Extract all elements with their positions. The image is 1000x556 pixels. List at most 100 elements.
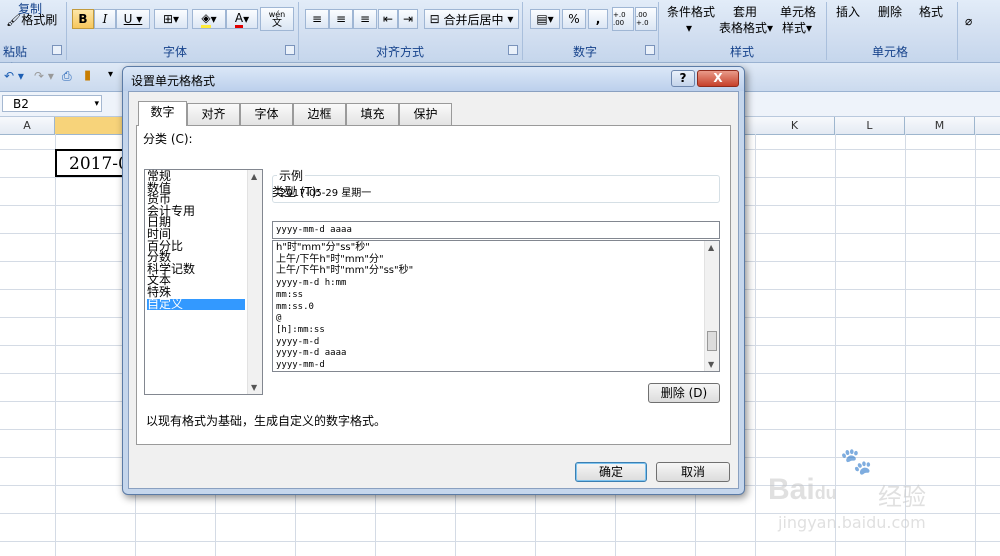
outdent-icon: ⇤ — [382, 12, 394, 26]
description-text: 以现有格式为基础，生成自定义的数字格式。 — [146, 414, 387, 428]
column-header-l[interactable]: L — [835, 117, 905, 134]
fill-color-button[interactable]: ◈ ▾ — [192, 9, 226, 29]
tab-alignment[interactable]: 对齐 — [187, 103, 240, 125]
name-box[interactable]: B2 ▾ — [2, 95, 102, 112]
tab-fill[interactable]: 填充 — [346, 103, 399, 125]
brush-icon: 🖌 — [6, 13, 22, 27]
dialog-title: 设置单元格格式 — [131, 74, 216, 88]
column-header-k[interactable]: K — [755, 117, 835, 134]
type-input[interactable]: yyyy-mm-d aaaa — [272, 221, 720, 239]
ok-button[interactable]: 确定 — [575, 462, 647, 482]
format-list[interactable]: h"时"mm"分"ss"秒" 上午/下午h"时"mm"分" 上午/下午h"时"mm"… — [272, 240, 720, 372]
category-label: 分类 (C): — [143, 132, 193, 146]
watermark-suffix: 经验 — [878, 483, 926, 511]
underline-button[interactable]: U ▾ — [116, 9, 150, 29]
border-button[interactable]: ⊞ ▾ — [154, 9, 188, 29]
styles-group-label: 样式 — [729, 45, 754, 59]
merge-center-button[interactable]: ⊟ 合并后居中 ▾ — [424, 9, 519, 29]
italic-button[interactable]: I — [94, 9, 116, 29]
font-group-label: 字体 — [162, 45, 187, 59]
delete-format-button[interactable]: 删除 (D) — [648, 383, 720, 403]
category-item[interactable]: 自定义 — [147, 298, 245, 311]
percent-button[interactable]: % — [562, 9, 586, 29]
align-left-button[interactable]: ≡ — [305, 9, 329, 29]
increase-indent-button[interactable]: ⇥ — [398, 9, 418, 29]
format-scroll-thumb[interactable] — [707, 331, 717, 351]
tab-font[interactable]: 字体 — [240, 103, 293, 125]
type-label: 类型 (T): — [272, 185, 321, 199]
format-scroll-up-icon[interactable]: ▲ — [708, 243, 714, 252]
cell-style-button-line1[interactable]: 单元格 — [780, 3, 816, 20]
format-painter-button[interactable]: 🖌格式刷 — [6, 11, 57, 28]
font-color-button[interactable]: A ▾ — [226, 9, 258, 29]
paint-bucket-icon: ◈ — [201, 11, 211, 28]
format-item[interactable]: [h]:mm:ss — [276, 325, 325, 335]
scroll-down-arrow-icon[interactable]: ▼ — [251, 383, 257, 392]
accounting-format-button[interactable]: ▤ ▾ — [530, 9, 560, 29]
format-item[interactable]: yyyy-mm-d — [276, 360, 325, 370]
clipboard-launcher[interactable] — [52, 45, 62, 55]
align-center-icon: ≡ — [335, 12, 347, 26]
format-item[interactable]: yyyy-m-d h:mm — [276, 278, 346, 288]
sample-groupbox: 示例 2017-05-29 星期一 — [272, 167, 720, 203]
bold-button[interactable]: B — [72, 9, 94, 29]
ribbon: 复制 🖌格式刷 粘贴板 B I U ▾ ⊞▾ ◈▾ A▾ wén文 字体 ≡ ≡… — [0, 0, 1000, 76]
tab-border[interactable]: 边框 — [293, 103, 346, 125]
cell-style-button-line2[interactable]: 样式▾ — [782, 19, 812, 36]
format-item[interactable]: h"时"mm"分"ss"秒" — [276, 243, 370, 253]
format-cells-dialog: 设置单元格格式 ? X 数字 对齐 字体 边框 填充 保护 分类 (C): 常规… — [122, 66, 745, 495]
align-left-icon: ≡ — [311, 12, 323, 26]
column-header-a[interactable]: A — [0, 117, 55, 134]
align-launcher[interactable] — [508, 45, 518, 55]
clear-icon[interactable]: ⌀ — [965, 14, 972, 28]
category-list[interactable]: 常规 数值 货币 会计专用 日期 时间 百分比 分数 科学记数 文本 特殊 自定义 ▲ ▼ — [144, 169, 263, 395]
dialog-titlebar[interactable]: 设置单元格格式 ? X — [123, 67, 744, 91]
number-launcher[interactable] — [645, 45, 655, 55]
delete-button[interactable]: 删除 — [878, 3, 902, 20]
format-scrollbar[interactable]: ▲ ▼ — [704, 241, 719, 371]
format-item[interactable]: @ — [276, 313, 281, 323]
tab-number[interactable]: 数字 — [138, 101, 187, 126]
help-button[interactable]: ? — [671, 70, 695, 87]
format-item[interactable]: mm:ss.0 — [276, 302, 314, 312]
format-item[interactable]: 上午/下午h"时"mm"分" — [276, 254, 384, 265]
redo-icon[interactable]: ↷ ▾ — [34, 69, 54, 83]
table-format-button-line1[interactable]: 套用 — [733, 3, 757, 20]
format-item[interactable]: yyyy-m-d — [276, 337, 319, 347]
watermark-brand: Baidu — [768, 473, 837, 506]
merge-icon: ⊟ — [429, 12, 440, 26]
cancel-button[interactable]: 取消 — [656, 462, 730, 482]
chart-icon[interactable]: ▮ — [84, 68, 91, 83]
conditional-format-button[interactable]: 条件格式 — [667, 3, 715, 20]
decrease-indent-button[interactable]: ⇤ — [378, 9, 398, 29]
name-box-dropdown-icon[interactable]: ▾ — [94, 96, 99, 113]
format-scroll-down-icon[interactable]: ▼ — [708, 360, 714, 369]
format-button[interactable]: 格式 — [919, 3, 943, 20]
number-group-label: 数字 — [572, 45, 597, 59]
customize-qat-icon[interactable]: ▾ — [108, 69, 113, 80]
font-launcher[interactable] — [285, 45, 295, 55]
format-item[interactable]: yyyy-m-d aaaa — [276, 348, 346, 358]
insert-button[interactable]: 插入 — [836, 3, 860, 20]
close-button[interactable]: X — [697, 70, 739, 87]
print-preview-icon[interactable]: ⎙ — [62, 69, 72, 84]
tab-protection[interactable]: 保护 — [399, 103, 452, 125]
align-group-label: 对齐方式 — [375, 45, 424, 59]
paw-logo-icon: 🐾 — [840, 447, 873, 477]
align-center-button[interactable]: ≡ — [329, 9, 353, 29]
comma-button[interactable]: , — [588, 9, 608, 29]
format-item[interactable]: mm:ss — [276, 290, 303, 300]
scroll-up-arrow-icon[interactable]: ▲ — [251, 172, 257, 181]
format-item[interactable]: 上午/下午h"时"mm"分"ss"秒" — [276, 266, 413, 276]
undo-icon[interactable]: ↶ ▾ — [4, 69, 24, 83]
baidu-watermark: 🐾 Baidu 经验 jingyan.baidu.com — [758, 447, 988, 545]
align-right-button[interactable]: ≡ — [353, 9, 377, 29]
decrease-decimal-button[interactable]: .00 +.0 — [635, 7, 657, 31]
phonetic-button[interactable]: wén 文 — [260, 7, 294, 31]
table-format-button-line2[interactable]: 表格格式▾ — [719, 19, 773, 36]
category-scrollbar[interactable]: ▲ ▼ — [247, 170, 262, 394]
increase-decimal-button[interactable]: +.0 .00 — [612, 7, 634, 31]
column-header-m[interactable]: M — [905, 117, 975, 134]
border-icon: ⊞ — [162, 12, 174, 26]
align-right-icon: ≡ — [359, 12, 371, 26]
